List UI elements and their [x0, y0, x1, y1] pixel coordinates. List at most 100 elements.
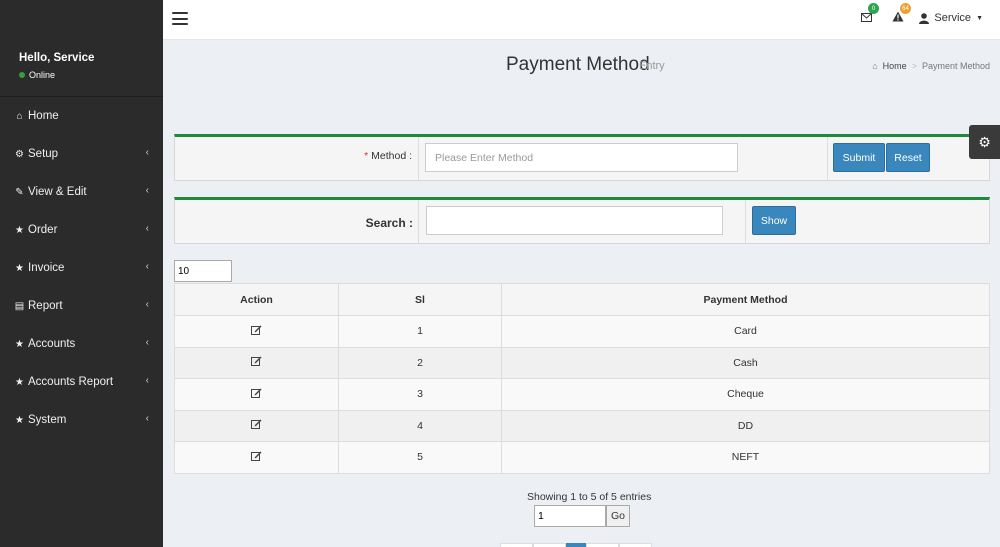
sidebar-item-home[interactable]: ⌂ Home [0, 97, 163, 135]
divider [418, 200, 419, 243]
sidebar-item-view-edit[interactable]: ✎ View & Edit ‹ [0, 173, 163, 211]
home-icon: ⌂ [872, 61, 878, 71]
topbar: 0 64 Service ▼ [163, 0, 1000, 40]
user-status-label: Online [29, 70, 56, 80]
user-greeting: Hello, Service [19, 52, 95, 64]
edit-icon[interactable] [251, 451, 262, 464]
pager-last[interactable] [586, 543, 619, 547]
table-row: 1 Card [174, 315, 990, 348]
table-header-row: Action Sl Payment Method [174, 283, 990, 316]
sidebar-item-order[interactable]: ★ Order ‹ [0, 211, 163, 249]
home-icon: ⌂ [16, 110, 23, 122]
sidebar-item-setup[interactable]: ⚙ Setup ‹ [0, 135, 163, 173]
required-mark: * [364, 150, 369, 162]
sl-cell: 5 [338, 441, 502, 474]
show-button[interactable]: Show [752, 206, 796, 235]
divider [827, 137, 828, 180]
sidebar-item-label: Home [28, 110, 59, 122]
edit-icon[interactable] [251, 325, 262, 338]
payment-method-cell: Card [501, 315, 990, 348]
column-header-action[interactable]: Action [174, 283, 339, 316]
table-row: 3 Cheque [174, 378, 990, 411]
pager [500, 543, 652, 547]
breadcrumb-home[interactable]: Home [883, 61, 907, 71]
pager-next[interactable] [619, 543, 652, 547]
sidebar-item-system[interactable]: ★ System ‹ [0, 401, 163, 439]
sidebar-item-invoice[interactable]: ★ Invoice ‹ [0, 249, 163, 287]
submit-button[interactable]: Submit [833, 143, 885, 172]
column-header-payment-method[interactable]: Payment Method [501, 283, 990, 316]
user-status: Online [19, 70, 163, 80]
star-icon: ★ [15, 338, 24, 350]
sl-cell: 1 [338, 315, 502, 348]
alerts-badge: 64 [900, 3, 911, 14]
user-panel: Hello, Service Online [0, 0, 163, 97]
sl-cell: 2 [338, 346, 502, 379]
messages-badge: 0 [868, 3, 879, 14]
action-cell [174, 378, 339, 411]
messages-icon[interactable]: 0 [861, 3, 879, 25]
page-length-input[interactable] [174, 260, 232, 282]
payment-method-cell: NEFT [501, 441, 990, 474]
go-button[interactable]: Go [606, 505, 630, 527]
method-label: * Method : [364, 150, 412, 162]
breadcrumb: ⌂ Home > Payment Method [872, 61, 990, 71]
sidebar-toggle-icon[interactable] [172, 12, 188, 25]
search-label: Search : [365, 216, 413, 230]
sidebar-menu: ⌂ Home ⚙ Setup ‹ ✎ View & Edit ‹ ★ Order ‹ ★ Invoice… [0, 97, 163, 439]
payment-method-table: Action Sl Payment Method 1 Card 2 Cash 3 Cheq… [174, 283, 990, 474]
caret-down-icon: ▼ [976, 14, 983, 22]
sidebar: Hello, Service Online ⌂ Home ⚙ Setup ‹ ✎ View … [0, 0, 163, 547]
payment-method-cell: Cash [501, 346, 990, 379]
alert-icon[interactable]: 64 [892, 3, 911, 25]
online-status-icon [19, 72, 25, 78]
user-menu[interactable]: Service ▼ [919, 12, 983, 24]
star-icon: ★ [15, 376, 24, 388]
edit-icon: ✎ [15, 186, 24, 198]
table-row: 4 DD [174, 409, 990, 442]
action-cell [174, 409, 339, 442]
edit-icon[interactable] [251, 356, 262, 369]
sl-cell: 4 [338, 409, 502, 442]
file-icon: ▤ [14, 300, 25, 312]
table-row: 2 Cash [174, 346, 990, 379]
sidebar-item-label: Report [28, 300, 63, 312]
cogs-icon: ⚙ [15, 148, 24, 160]
search-box: Search : Show [174, 197, 990, 244]
pager-first[interactable] [533, 543, 566, 547]
user-icon [919, 12, 930, 24]
table-row: 5 NEFT [174, 441, 990, 474]
action-cell [174, 441, 339, 474]
reset-button[interactable]: Reset [886, 143, 930, 172]
page-title: Payment Method [506, 54, 650, 75]
star-icon: ★ [15, 414, 24, 426]
sidebar-item-label: Invoice [28, 262, 65, 274]
column-header-sl[interactable]: Sl [338, 283, 502, 316]
pager-previous[interactable] [500, 543, 533, 547]
divider [745, 200, 746, 243]
edit-icon[interactable] [251, 419, 262, 432]
page-number-input[interactable] [534, 505, 606, 527]
sidebar-item-label: Accounts Report [28, 376, 114, 388]
payment-method-cell: DD [501, 409, 990, 442]
chevron-left-icon: ‹ [145, 147, 149, 158]
action-cell [174, 346, 339, 379]
chevron-left-icon: ‹ [145, 185, 149, 196]
star-icon: ★ [15, 262, 24, 274]
breadcrumb-current: Payment Method [921, 61, 990, 71]
sidebar-item-report[interactable]: ▤ Report ‹ [0, 287, 163, 325]
search-input[interactable] [426, 206, 723, 235]
sidebar-item-label: Order [28, 224, 58, 236]
sidebar-item-accounts[interactable]: ★ Accounts ‹ [0, 325, 163, 363]
method-input[interactable] [425, 143, 738, 172]
breadcrumb-separator: > [911, 61, 917, 71]
chevron-left-icon: ‹ [145, 337, 149, 348]
settings-gear-icon[interactable]: ⚙ [969, 125, 1000, 159]
edit-icon[interactable] [251, 388, 262, 401]
table-body: 1 Card 2 Cash 3 Cheque 4 DD 5 NEFT [174, 315, 990, 474]
sidebar-item-accounts-report[interactable]: ★ Accounts Report ‹ [0, 363, 163, 401]
sidebar-item-label: Setup [28, 148, 59, 160]
pager-current[interactable] [566, 543, 586, 547]
method-entry-box: * Method : Submit Reset [174, 134, 990, 181]
chevron-left-icon: ‹ [145, 223, 149, 234]
